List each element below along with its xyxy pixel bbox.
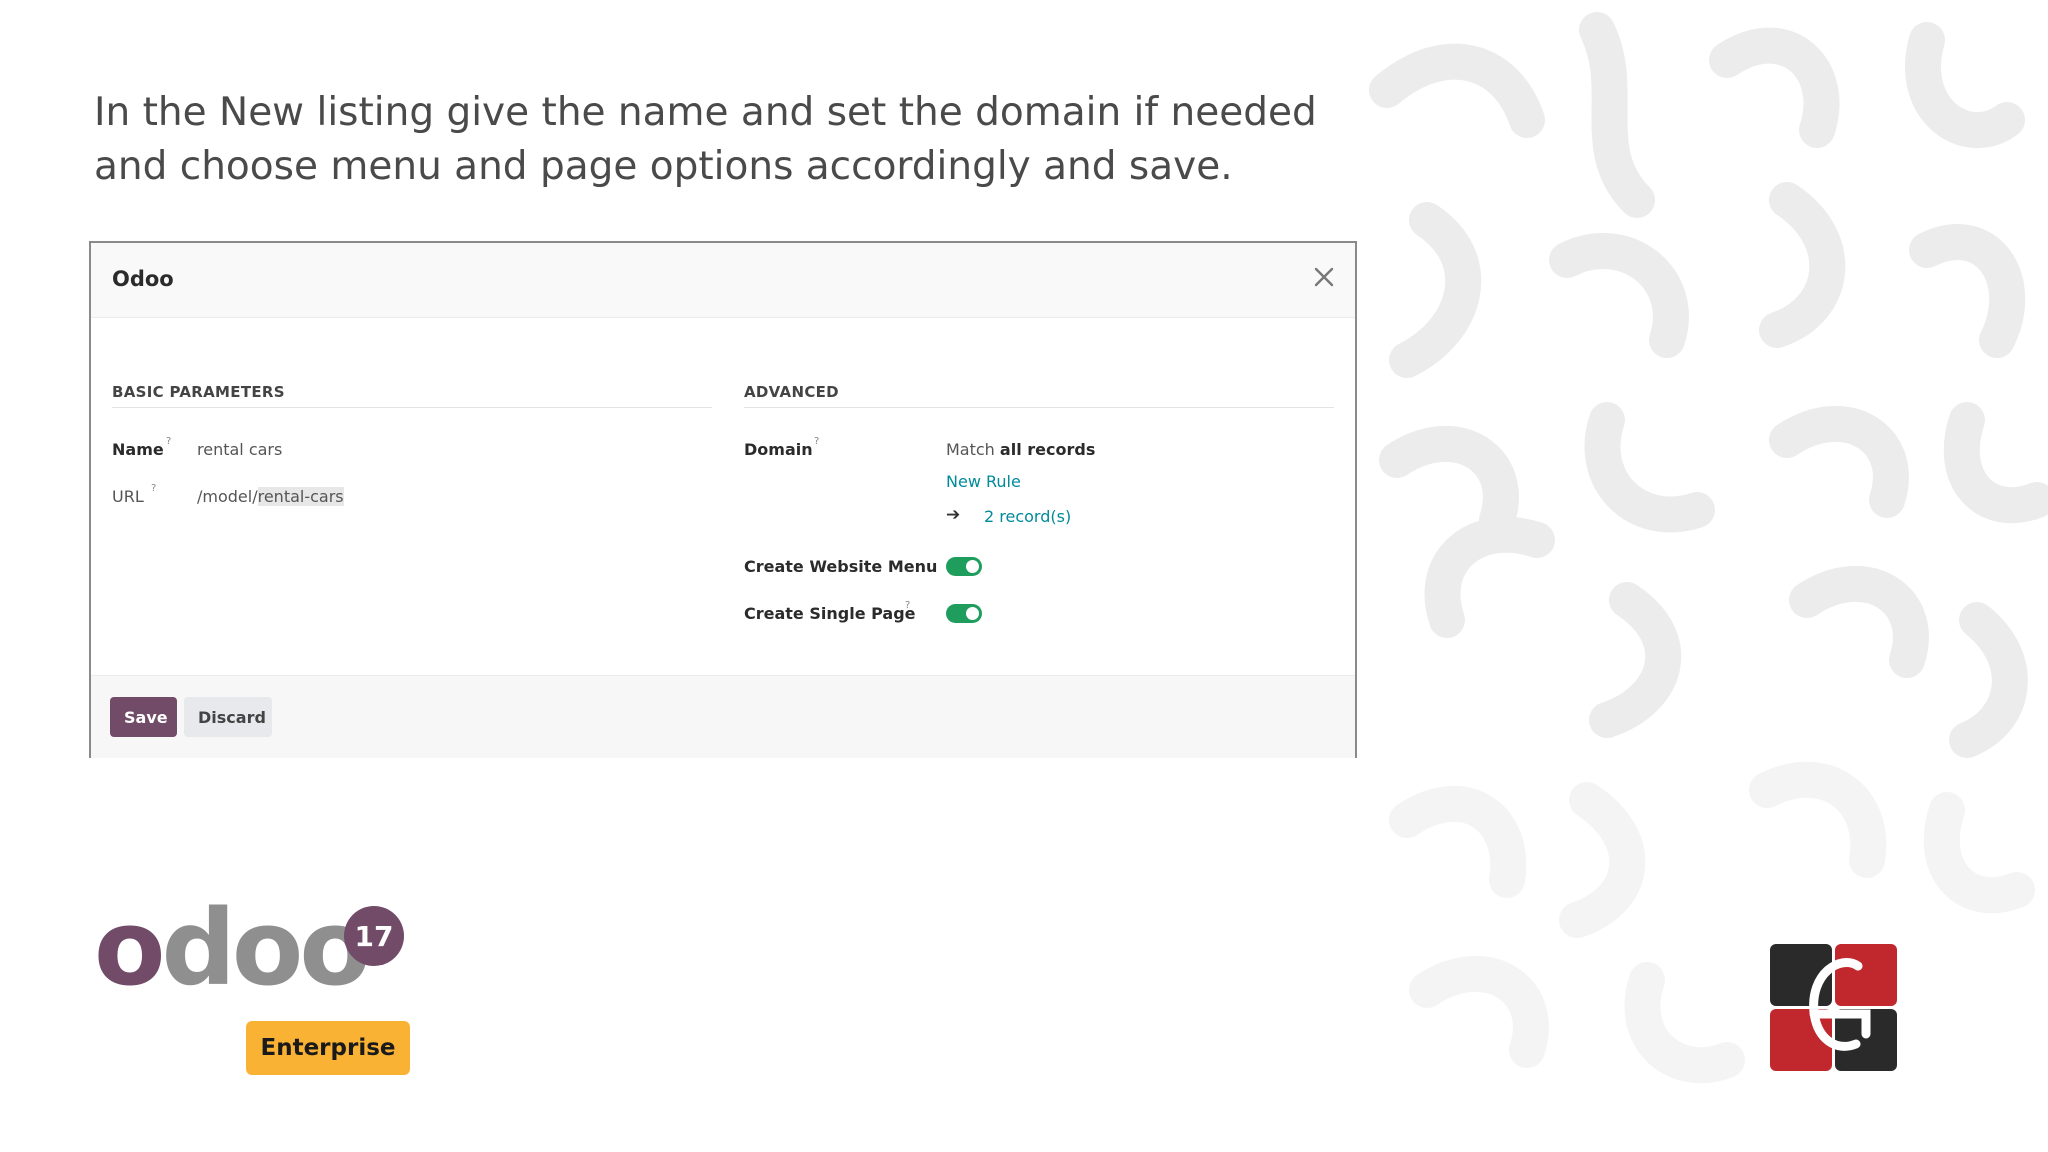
single-page-help-icon[interactable]: ? [905,600,910,611]
url-prefix: /model/ [197,487,258,506]
url-slug: rental-cars [257,487,344,506]
advanced-section-divider [744,407,1334,408]
name-field[interactable]: rental cars [197,440,282,459]
instruction-text: In the New listing give the name and set… [94,86,1344,194]
dialog-header: Odoo [91,243,1355,318]
save-button[interactable]: Save [110,697,177,737]
domain-label: Domain [744,440,813,459]
create-website-menu-toggle[interactable] [946,557,982,576]
odoo-logo: odoo 17 Enterprise [94,896,424,1076]
basic-parameters-heading: BASIC PARAMETERS [112,383,285,401]
create-single-page-label: Create Single Page [744,604,916,623]
url-help-icon[interactable]: ? [151,483,156,494]
basic-section-divider [112,407,712,408]
discard-button[interactable]: Discard [184,697,272,737]
create-website-menu-label: Create Website Menu [744,557,938,576]
instruction-line-1: In the New listing give the name and set… [94,90,1317,135]
company-logo-icon [1770,944,1897,1071]
name-label: Name [112,440,164,459]
advanced-heading: ADVANCED [744,383,839,401]
version-badge: 17 [344,906,404,966]
new-rule-link[interactable]: New Rule [946,472,1021,491]
domain-summary: Match all records [946,440,1095,459]
odoo-wordmark-first: o [94,887,165,1009]
dialog-title: Odoo [112,267,174,291]
decorative-pattern [1369,12,2048,1084]
create-single-page-toggle[interactable] [946,604,982,623]
domain-match-value: all records [999,440,1096,459]
url-label: URL [112,487,144,506]
domain-help-icon[interactable]: ? [814,436,819,447]
records-count-link[interactable]: 2 record(s) [984,507,1071,526]
name-help-icon[interactable]: ? [166,436,171,447]
odoo-wordmark: odoo [94,896,371,1000]
arrow-right-icon: ➔ [946,505,961,525]
enterprise-badge: Enterprise [246,1021,410,1075]
listing-dialog: Odoo BASIC PARAMETERS Name ? rental cars… [89,241,1357,758]
url-field[interactable]: /model/rental-cars [197,487,344,506]
domain-match-prefix: Match [946,440,995,459]
dialog-footer: Save Discard [91,675,1355,758]
instruction-line-2: and choose menu and page options accordi… [94,144,1233,189]
close-icon[interactable] [1311,264,1337,290]
odoo-wordmark-rest: doo [161,887,370,1009]
